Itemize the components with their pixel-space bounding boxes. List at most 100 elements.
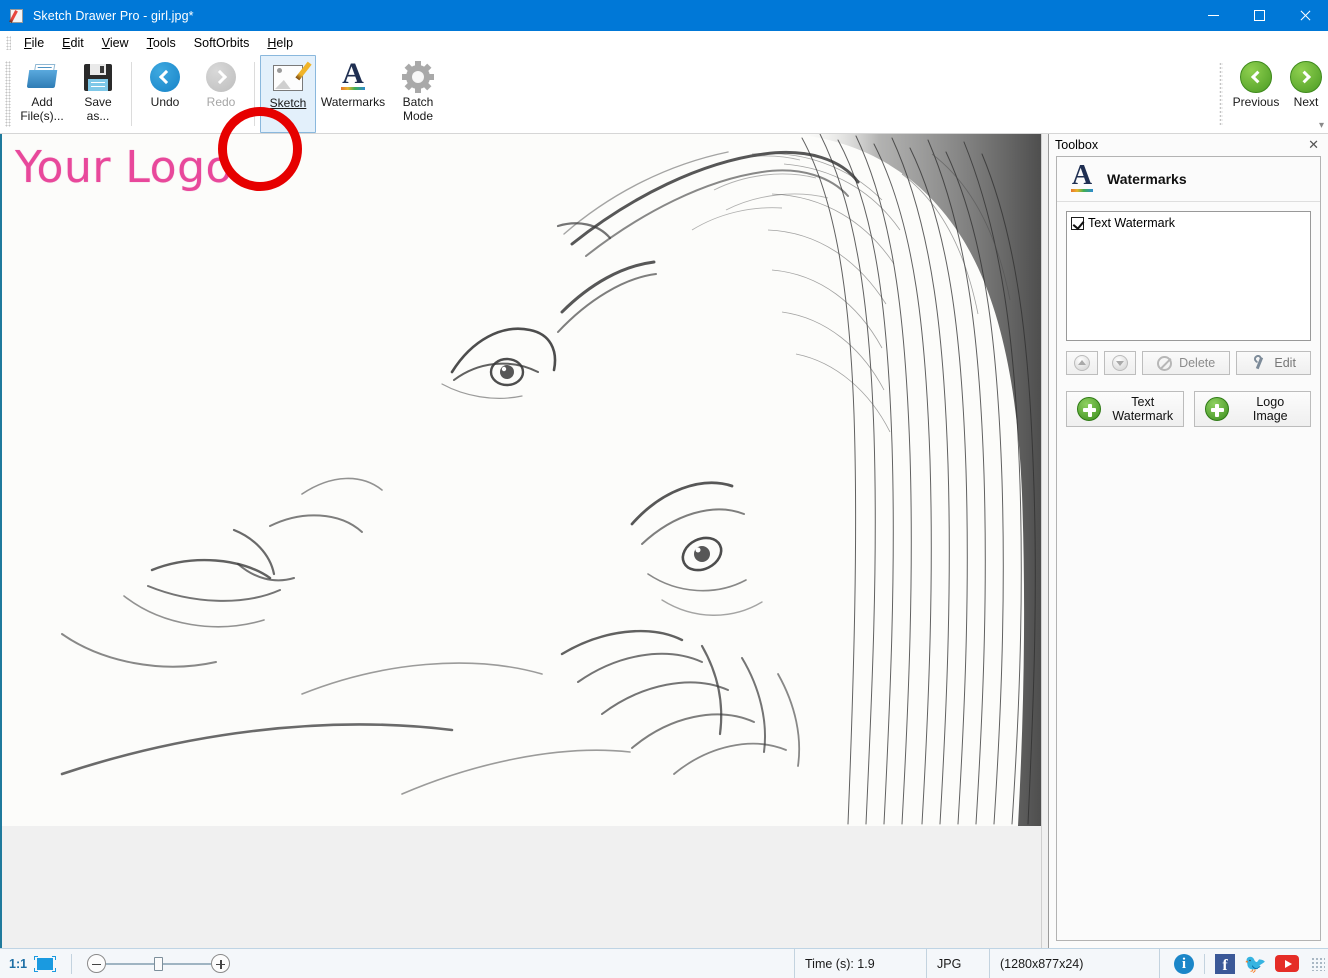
watermark-checkbox[interactable] xyxy=(1071,217,1084,230)
main-area: Your Logo Toolbox ✕ A Watermarks xyxy=(0,134,1328,948)
zoom-slider-track-left[interactable] xyxy=(106,963,154,965)
list-item[interactable]: Text Watermark xyxy=(1070,215,1307,231)
green-plus-icon xyxy=(1205,397,1229,421)
previous-button[interactable]: Previous xyxy=(1228,55,1284,133)
undo-label: Undo xyxy=(151,96,180,110)
sketch-button[interactable]: Sketch xyxy=(260,55,316,133)
toolbox-title-bar: Toolbox ✕ xyxy=(1049,134,1328,156)
undo-arrow-icon xyxy=(150,60,180,94)
letter-a-icon: A xyxy=(1069,165,1095,193)
title-bar: Sketch Drawer Pro - girl.jpg* xyxy=(0,0,1328,31)
menu-item-view-rest: iew xyxy=(110,36,129,50)
panel-splitter[interactable] xyxy=(1041,134,1048,948)
add-files-button[interactable]: Add File(s)... xyxy=(14,55,70,133)
menu-item-tools[interactable]: Tools xyxy=(138,34,185,52)
save-as-label: Save as... xyxy=(84,96,111,123)
application-window: Sketch Drawer Pro - girl.jpg* File Edit … xyxy=(0,0,1328,978)
menu-item-view[interactable]: View xyxy=(93,34,138,52)
close-button[interactable] xyxy=(1282,0,1328,31)
down-circle-icon xyxy=(1112,355,1128,371)
menu-item-file-rest: ile xyxy=(32,36,45,50)
zoom-slider[interactable] xyxy=(87,954,230,973)
window-title: Sketch Drawer Pro - girl.jpg* xyxy=(33,9,194,23)
minimize-button[interactable] xyxy=(1190,0,1236,31)
toolbar-separator-2 xyxy=(254,62,255,126)
next-label: Next xyxy=(1294,96,1319,110)
undo-button[interactable]: Undo xyxy=(137,55,193,133)
toolbar-separator-1 xyxy=(131,62,132,126)
zoom-ratio-label[interactable]: 1:1 xyxy=(9,957,27,971)
toolbox-panel: Toolbox ✕ A Watermarks Text Watermark xyxy=(1048,134,1328,948)
toolbar-overflow-icon[interactable]: ▾ xyxy=(1319,122,1324,130)
watermarks-button[interactable]: A Watermarks xyxy=(316,55,390,133)
letter-a-icon: A xyxy=(339,60,367,94)
move-down-button[interactable] xyxy=(1104,351,1136,375)
menu-item-softorbits-label: SoftOrbits xyxy=(194,36,250,50)
resize-grip[interactable] xyxy=(1311,957,1325,971)
toolbox-close-icon[interactable]: ✕ xyxy=(1305,137,1322,153)
previous-label: Previous xyxy=(1233,96,1280,110)
toolbar-grip[interactable] xyxy=(5,61,11,127)
info-icon[interactable]: i xyxy=(1174,954,1194,974)
toolbox-content: A Watermarks Text Watermark xyxy=(1056,156,1321,941)
watermark-your-logo[interactable]: Your Logo xyxy=(15,142,233,193)
menu-item-edit[interactable]: Edit xyxy=(53,34,93,52)
edit-button[interactable]: Edit xyxy=(1236,351,1311,375)
zoom-out-button[interactable] xyxy=(87,954,106,973)
ban-icon xyxy=(1157,356,1172,371)
menu-item-help-rest: elp xyxy=(276,36,293,50)
batch-mode-label: Batch Mode xyxy=(403,96,434,123)
batch-mode-button[interactable]: Batch Mode xyxy=(390,55,446,133)
youtube-icon[interactable] xyxy=(1275,955,1299,972)
redo-button[interactable]: Redo xyxy=(193,55,249,133)
toolbox-section-header: A Watermarks xyxy=(1057,157,1320,202)
main-toolbar: Add File(s)... Save as... Undo Redo xyxy=(0,55,1328,134)
edit-label: Edit xyxy=(1274,356,1296,370)
toolbox-title-label: Toolbox xyxy=(1055,138,1098,152)
up-circle-icon xyxy=(1074,355,1090,371)
zoom-slider-track-right[interactable] xyxy=(163,963,211,965)
add-text-watermark-button[interactable]: Text Watermark xyxy=(1066,391,1184,427)
sketch-label: Sketch xyxy=(270,97,307,111)
image-canvas[interactable]: Your Logo xyxy=(0,134,1041,948)
add-watermark-buttons: Text Watermark Logo Image xyxy=(1066,391,1311,427)
fit-to-window-icon[interactable] xyxy=(34,956,56,972)
app-pencil-icon xyxy=(9,8,25,24)
wrench-icon xyxy=(1251,355,1267,371)
facebook-icon[interactable]: f xyxy=(1215,954,1235,974)
redo-label: Redo xyxy=(207,96,236,110)
status-divider-2 xyxy=(1204,954,1205,974)
green-right-arrow-icon xyxy=(1290,60,1322,94)
move-up-button[interactable] xyxy=(1066,351,1098,375)
watermark-item-label: Text Watermark xyxy=(1088,216,1175,230)
menu-bar: File Edit View Tools SoftOrbits Help xyxy=(0,31,1328,55)
twitter-icon[interactable]: 🐦 xyxy=(1244,954,1266,974)
add-logo-image-button[interactable]: Logo Image xyxy=(1194,391,1312,427)
menu-item-edit-rest: dit xyxy=(71,36,84,50)
maximize-button[interactable] xyxy=(1236,0,1282,31)
menu-item-file[interactable]: File xyxy=(15,34,53,52)
zoom-slider-thumb[interactable] xyxy=(154,957,163,971)
delete-button[interactable]: Delete xyxy=(1142,351,1230,375)
delete-label: Delete xyxy=(1179,356,1215,370)
background-page-text xyxy=(0,972,1328,978)
add-logo-image-label: Logo Image xyxy=(1239,395,1311,423)
add-text-watermark-label: Text Watermark xyxy=(1111,395,1183,423)
zoom-in-button[interactable] xyxy=(211,954,230,973)
menu-item-softorbits[interactable]: SoftOrbits xyxy=(185,34,259,52)
add-files-label: Add File(s)... xyxy=(20,96,63,123)
floppy-save-icon xyxy=(84,60,112,94)
sketch-image xyxy=(2,134,1041,826)
menu-grip xyxy=(6,36,11,50)
watermark-action-buttons: Delete Edit xyxy=(1066,351,1311,375)
redo-arrow-icon xyxy=(206,60,236,94)
toolbox-section-title: Watermarks xyxy=(1107,171,1187,187)
watermark-list[interactable]: Text Watermark xyxy=(1066,211,1311,341)
watermarks-label: Watermarks xyxy=(321,96,385,110)
save-as-button[interactable]: Save as... xyxy=(70,55,126,133)
menu-item-help[interactable]: Help xyxy=(258,34,302,52)
green-plus-icon xyxy=(1077,397,1101,421)
status-divider xyxy=(71,954,72,974)
green-left-arrow-icon xyxy=(1240,60,1272,94)
menu-item-tools-rest: ools xyxy=(153,36,176,50)
